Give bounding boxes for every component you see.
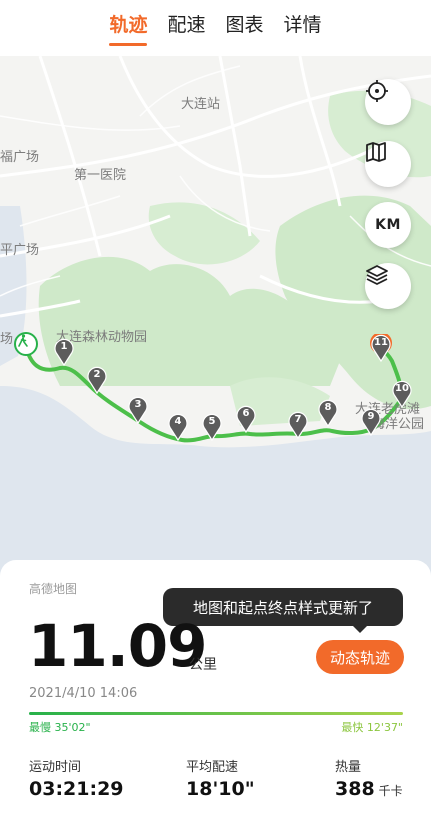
km-marker-label: 8 xyxy=(324,402,332,413)
km-marker-2[interactable]: 2 xyxy=(86,366,108,394)
km-marker-10[interactable]: 10 xyxy=(391,380,413,408)
layers-icon xyxy=(366,265,388,285)
tab-bar: 轨迹 配速 图表 详情 xyxy=(0,0,431,56)
tab-details[interactable]: 详情 xyxy=(282,10,324,37)
route-map[interactable]: 大连站 第一医院 大连森林动物园 大连老虎滩 海洋公园 福广场 平广场 场 12… xyxy=(0,56,431,576)
slowest-pace: 最慢 35'02" xyxy=(29,721,91,734)
km-marker-4[interactable]: 4 xyxy=(167,413,189,441)
label-first-hospital: 第一医院 xyxy=(74,168,127,183)
km-marker-9[interactable]: 9 xyxy=(360,408,382,436)
duration-value: 03:21:29 xyxy=(29,778,124,800)
km-marker-label: 1 xyxy=(60,341,68,352)
fastest-pace: 最快 12'37" xyxy=(341,721,403,734)
map-icon xyxy=(366,142,386,162)
km-marker-6[interactable]: 6 xyxy=(235,405,257,433)
km-marker-label: 3 xyxy=(134,399,142,410)
km-marker-label: 2 xyxy=(93,369,101,380)
label-dalian-station: 大连站 xyxy=(181,97,221,112)
walker-icon xyxy=(18,334,28,347)
tab-chart[interactable]: 图表 xyxy=(224,10,266,37)
map-type-button[interactable] xyxy=(365,141,411,187)
workout-datetime: 2021/4/10 14:06 xyxy=(29,686,138,701)
label-plaza-1: 福广场 xyxy=(0,150,40,165)
km-marker-label: 7 xyxy=(294,414,302,425)
km-marker-11[interactable]: 11 xyxy=(370,334,392,362)
crosshair-icon xyxy=(366,80,388,102)
km-marker-label: 10 xyxy=(395,383,409,394)
distance-unit: 公里 xyxy=(189,657,217,673)
km-marker-label: 9 xyxy=(367,411,375,422)
km-marker-label: 11 xyxy=(374,337,388,348)
calories-label: 热量 xyxy=(335,760,362,775)
locate-button[interactable] xyxy=(365,79,411,125)
tab-track[interactable]: 轨迹 xyxy=(107,10,149,46)
avg-pace-label: 平均配速 xyxy=(186,760,239,775)
distance-value: 11.09 xyxy=(28,612,207,680)
km-marker-1[interactable]: 1 xyxy=(53,338,75,366)
km-marker-3[interactable]: 3 xyxy=(127,396,149,424)
map-provider: 高德地图 xyxy=(29,582,78,596)
tab-pace[interactable]: 配速 xyxy=(165,10,207,37)
layers-button[interactable] xyxy=(365,263,411,309)
km-marker-label: 5 xyxy=(208,416,216,427)
avg-pace-value: 18'10" xyxy=(186,778,255,800)
start-marker[interactable] xyxy=(14,332,38,356)
dynamic-track-button[interactable]: 动态轨迹 xyxy=(316,640,404,674)
pace-gradient-bar xyxy=(29,712,403,715)
km-marker-label: 6 xyxy=(242,408,250,419)
summary-card: 高德地图 地图和起点终点样式更新了 11.09 公里 动态轨迹 2021/4/1… xyxy=(0,560,431,832)
km-marker-8[interactable]: 8 xyxy=(317,399,339,427)
calories-value: 388 千卡 xyxy=(335,778,403,800)
km-marker-5[interactable]: 5 xyxy=(201,413,223,441)
km-marker-label: 4 xyxy=(174,416,182,427)
calories-number: 388 xyxy=(335,778,375,800)
label-plaza-3: 场 xyxy=(0,332,14,347)
map-canvas xyxy=(0,56,431,576)
km-marker-7[interactable]: 7 xyxy=(287,411,309,439)
km-toggle-button[interactable]: KM xyxy=(365,202,411,248)
calories-unit: 千卡 xyxy=(378,784,403,798)
label-plaza-2: 平广场 xyxy=(0,243,40,258)
duration-label: 运动时间 xyxy=(29,760,82,775)
